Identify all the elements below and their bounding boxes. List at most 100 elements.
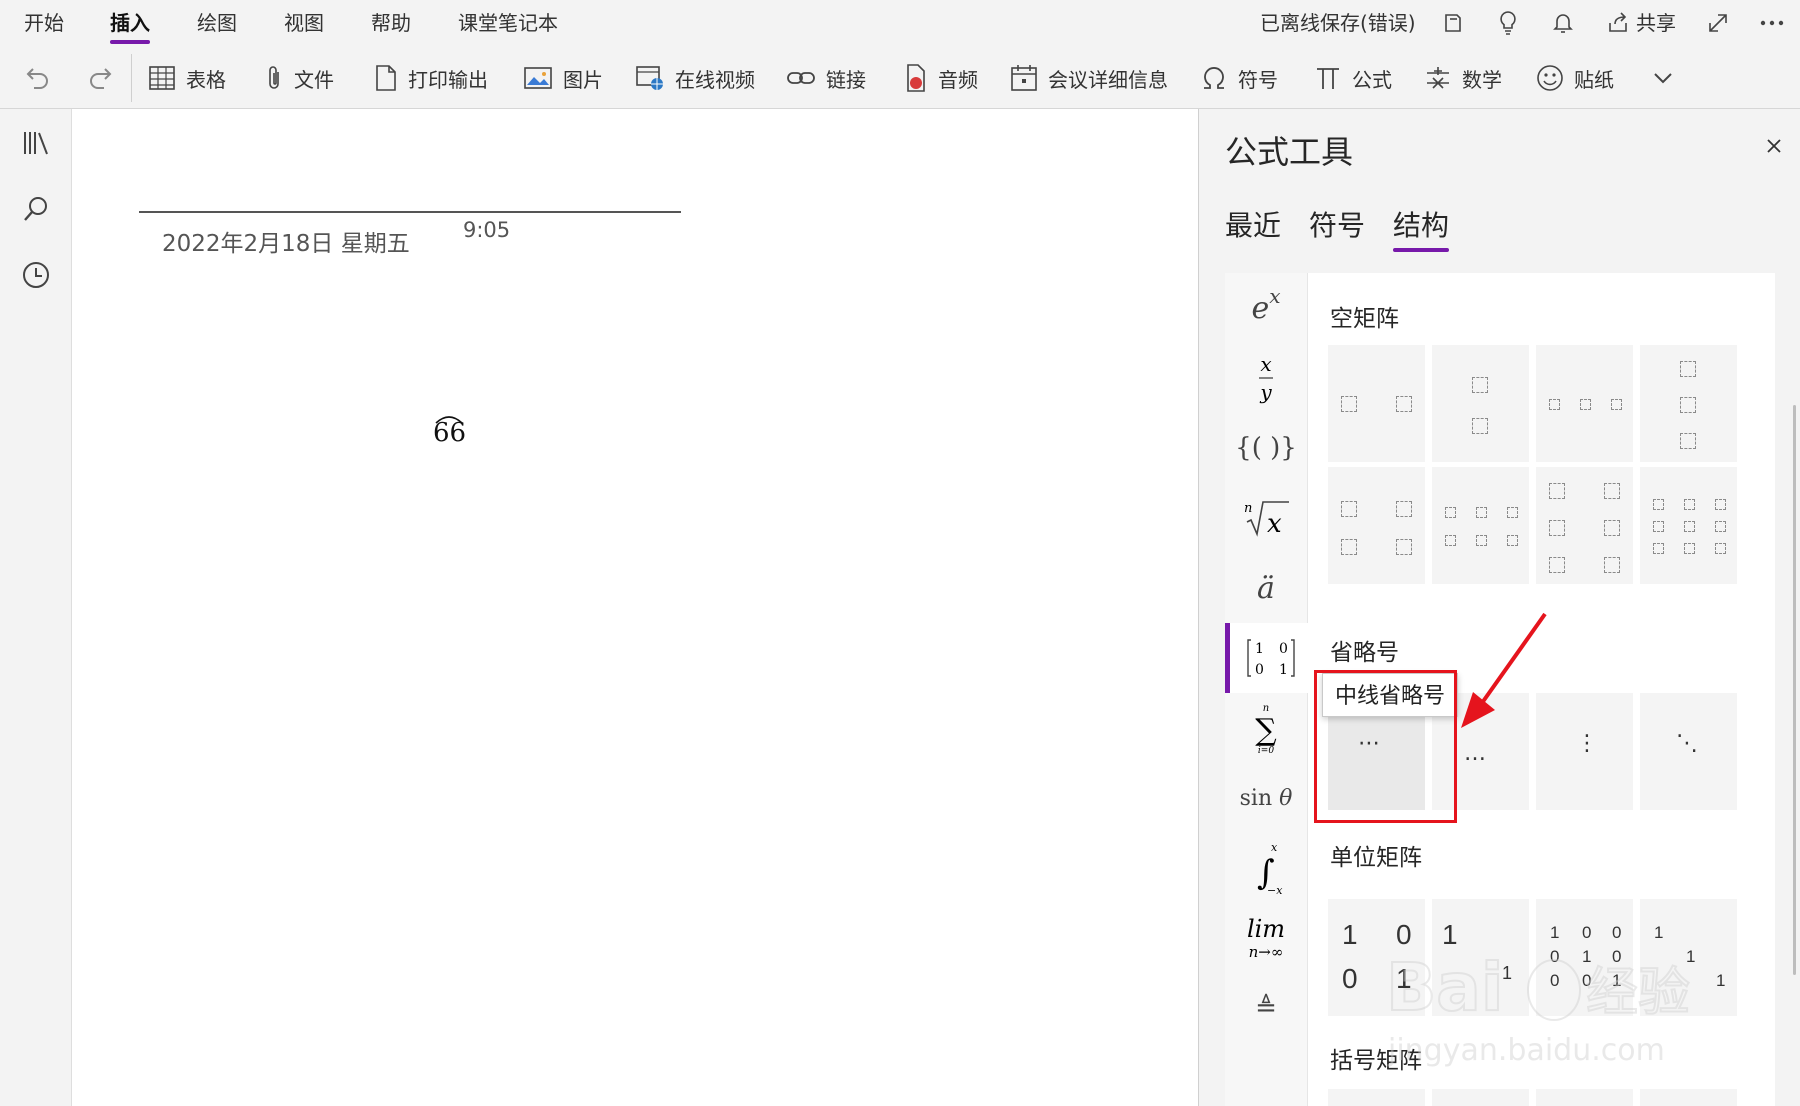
matrix-entry: 1 [1716, 971, 1726, 990]
equation-label: 公式 [1352, 67, 1392, 92]
share-button[interactable]: 共享 [1636, 8, 1676, 38]
online-video-button[interactable]: 在线视频 [635, 60, 755, 96]
svg-text:−x: −x [1267, 884, 1283, 896]
tab-recent[interactable]: 最近 [1225, 204, 1281, 244]
search-icon[interactable] [18, 191, 54, 227]
category-large-operator[interactable]: n ∑ i=0 [1225, 693, 1307, 763]
category-matrix[interactable]: 1001 [1225, 623, 1312, 693]
ribbon-toolbar: 表格 文件 打印输出 图片 在线视频 链接 音频 会议详细信息 符号 公式 数学 [0, 48, 1800, 109]
matrix-3x1-tile[interactable] [1640, 345, 1737, 462]
menu-bar: 开始 插入 绘图 视图 帮助 课堂笔记本 已离线保存(错误) 共享 [0, 0, 1800, 48]
picture-button[interactable]: 图片 [523, 60, 603, 96]
bell-icon[interactable] [1548, 8, 1578, 38]
svg-text:n: n [1244, 501, 1252, 516]
placeholder-box [1476, 535, 1487, 546]
category-accent[interactable]: ä [1225, 553, 1307, 623]
matrix-3x2-tile[interactable] [1536, 467, 1633, 584]
redo-button[interactable] [86, 60, 124, 96]
placeholder-box [1653, 499, 1664, 510]
placeholder-box [1396, 501, 1412, 517]
placeholder-box [1396, 539, 1412, 555]
bracket-matrix-tile[interactable] [1328, 1089, 1425, 1106]
expand-icon[interactable] [1703, 8, 1733, 38]
lightbulb-icon[interactable] [1493, 8, 1523, 38]
undo-icon [26, 68, 48, 89]
tab-view[interactable]: 视图 [284, 8, 324, 38]
file-button[interactable]: 文件 [264, 60, 334, 96]
placeholder-box [1604, 483, 1620, 499]
ribbon-overflow-button[interactable] [1652, 60, 1684, 96]
svg-text:x: x [1271, 841, 1278, 854]
bracket-matrix-tile[interactable] [1536, 1089, 1633, 1106]
tab-structures[interactable]: 结构 [1393, 204, 1450, 252]
baidu-jingyan-watermark: Bai 经验 jingyan.baidu.com [1385, 948, 1691, 1068]
category-operator[interactable]: ≜ [1225, 973, 1307, 1043]
sticker-button[interactable]: 贴纸 [1536, 60, 1614, 96]
category-script[interactable]: ex [1225, 273, 1307, 343]
printout-label: 打印输出 [408, 67, 488, 92]
tab-class-notebook[interactable]: 课堂笔记本 [458, 8, 558, 38]
audio-button[interactable]: 音频 [902, 60, 978, 96]
tab-home[interactable]: 开始 [24, 8, 64, 38]
svg-text:y: y [1259, 380, 1272, 404]
matrix-1x2-tile[interactable] [1328, 345, 1425, 462]
math-icon [1427, 67, 1449, 89]
category-fraction[interactable]: xy [1225, 343, 1307, 413]
close-icon[interactable] [1761, 133, 1787, 159]
pi-icon [1317, 68, 1339, 89]
category-bracket[interactable]: {( )} [1225, 413, 1307, 483]
table-button[interactable]: 表格 [148, 60, 226, 96]
matrix-1x3-tile[interactable] [1536, 345, 1633, 462]
svg-text:lim: lim [1247, 915, 1285, 943]
placeholder-box [1684, 521, 1695, 532]
bracket-matrix-tile[interactable] [1432, 1089, 1529, 1106]
math-button[interactable]: 数学 [1424, 60, 1502, 96]
diagonal-ellipsis-tile[interactable]: ⋱ [1640, 693, 1737, 810]
placeholder-box [1472, 377, 1488, 393]
matrix-entry: 0 [1342, 963, 1358, 994]
svg-text:x: x [1260, 352, 1271, 376]
placeholder-box [1507, 507, 1518, 518]
category-integral[interactable]: ∫ x −x [1225, 833, 1307, 903]
page-time: 9:05 [463, 218, 511, 242]
tab-help[interactable]: 帮助 [371, 8, 411, 38]
category-limit[interactable]: lim n→∞ [1225, 903, 1307, 973]
placeholder-box [1549, 520, 1565, 536]
tab-symbols[interactable]: 符号 [1309, 204, 1365, 244]
matrix-2x3-tile[interactable] [1432, 467, 1529, 584]
meeting-details-button[interactable]: 会议详细信息 [1010, 60, 1168, 96]
page-canvas[interactable] [72, 109, 1198, 1106]
equation-button[interactable]: 公式 [1314, 60, 1392, 96]
notebooks-icon[interactable] [18, 125, 54, 161]
equation-block[interactable]: 66 [433, 416, 466, 448]
placeholder-box [1715, 543, 1726, 554]
link-button[interactable]: 链接 [786, 60, 866, 96]
tab-insert[interactable]: 插入 [110, 8, 150, 44]
sync-status[interactable]: 已离线保存(错误) [1260, 8, 1416, 38]
baseline-ellipsis-glyph: … [1464, 741, 1490, 766]
notebook-page-icon[interactable] [1438, 8, 1468, 38]
placeholder-box [1715, 499, 1726, 510]
placeholder-box [1611, 399, 1622, 410]
matrix-2x2-tile[interactable] [1328, 467, 1425, 584]
recent-clock-icon[interactable] [18, 257, 54, 293]
share-icon[interactable] [1603, 8, 1633, 38]
svg-text:Bai: Bai [1386, 949, 1503, 1026]
placeholder-box [1680, 397, 1696, 413]
undo-button[interactable] [24, 60, 62, 96]
matrix-3x3-tile[interactable] [1640, 467, 1737, 584]
svg-text:经验: 经验 [1586, 963, 1690, 1023]
more-options-icon[interactable] [1757, 8, 1787, 38]
page-date: 2022年2月18日 星期五 [162, 231, 410, 257]
printout-button[interactable]: 打印输出 [374, 60, 488, 96]
symbol-button[interactable]: 符号 [1200, 60, 1278, 96]
pane-scrollbar[interactable] [1793, 405, 1796, 975]
category-radical[interactable]: nx [1225, 483, 1307, 553]
audio-record-icon [907, 64, 925, 92]
table-icon [149, 66, 175, 90]
tab-draw[interactable]: 绘图 [197, 8, 237, 38]
category-function[interactable]: sin θ [1225, 763, 1307, 833]
matrix-2x1-tile[interactable] [1432, 345, 1529, 462]
page-title-line[interactable] [139, 211, 681, 213]
bracket-matrix-tile[interactable] [1640, 1089, 1737, 1106]
